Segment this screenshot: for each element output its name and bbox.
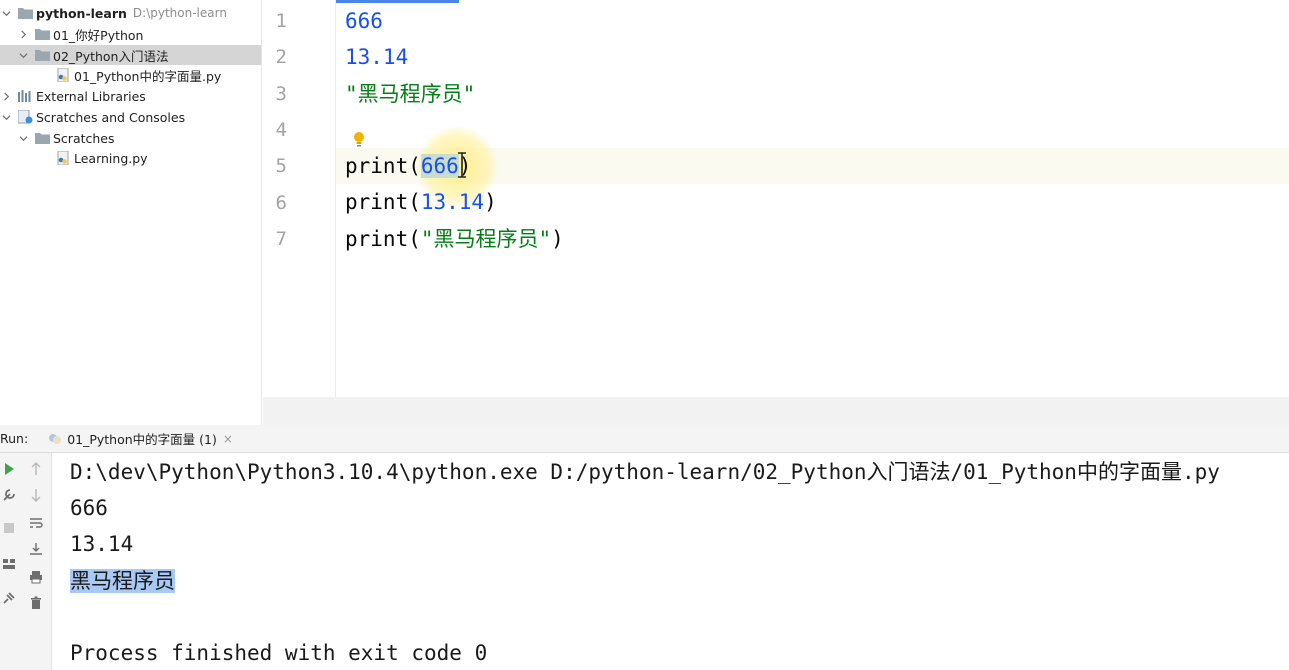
line-number: 6	[275, 192, 287, 214]
print-icon[interactable]	[27, 568, 45, 586]
console-line-exit: Process finished with exit code 0	[70, 641, 488, 665]
code-token-paren: )	[484, 190, 497, 214]
line-number: 2	[275, 46, 287, 68]
libraries-icon	[17, 89, 33, 103]
text-cursor-icon	[458, 152, 466, 178]
folder-icon	[34, 48, 50, 62]
tree-root-path: D:\python-learn	[132, 6, 227, 20]
stop-icon[interactable]	[0, 519, 18, 537]
console-line: 666	[70, 496, 108, 520]
tree-item-label: 02_Python入门语法	[53, 48, 169, 64]
tree-root-name: python-learn	[36, 5, 127, 21]
line-number: 1	[275, 10, 287, 32]
code-line-1: 666	[345, 9, 383, 33]
editor-bottom-bar	[263, 397, 1289, 425]
close-icon[interactable]: ×	[223, 432, 233, 446]
tree-root-python-learn[interactable]: python-learn D:\python-learn	[0, 3, 261, 23]
line-number: 5	[275, 155, 287, 177]
tree-item-literal-file[interactable]: 01_Python中的字面量.py	[0, 65, 261, 85]
console-selection: 黑马程序员	[70, 569, 175, 593]
code-line-5: print(666)	[345, 148, 471, 184]
code-token-number: 13.14	[420, 190, 485, 214]
tree-item-label: 01_Python中的字面量.py	[74, 68, 222, 84]
run-panel-header: Run: 01_Python中的字面量 (1) ×	[0, 425, 1289, 453]
tree-item-scratches[interactable]: Scratches	[0, 128, 261, 148]
tree-item-external-libraries[interactable]: External Libraries	[0, 86, 261, 106]
line-number: 7	[275, 228, 287, 250]
code-token-string: "黑马程序员"	[420, 227, 552, 251]
line-number-gutter: 1 2 3 4 5 6 7	[263, 0, 336, 397]
scroll-to-end-icon[interactable]	[27, 540, 45, 558]
run-tab[interactable]: 01_Python中的字面量 (1) ×	[40, 425, 241, 453]
run-console-output[interactable]: D:\dev\Python\Python3.10.4\python.exe D:…	[52, 453, 1289, 670]
folder-icon	[17, 6, 33, 20]
run-toolbar	[0, 453, 52, 670]
code-line-3: "黑马程序员"	[345, 82, 476, 106]
code-token-paren: )	[551, 227, 564, 251]
tree-item-label: Scratches	[53, 130, 115, 146]
chevron-down-icon[interactable]	[0, 111, 12, 123]
code-line-6: print(13.14)	[345, 184, 497, 220]
layout-icon[interactable]	[0, 555, 18, 573]
run-icon[interactable]	[0, 460, 18, 478]
code-line-2: 13.14	[345, 45, 409, 69]
pin-icon[interactable]	[0, 589, 18, 607]
console-line-command: D:\dev\Python\Python3.10.4\python.exe D:…	[70, 460, 1220, 484]
trash-icon[interactable]	[27, 594, 45, 612]
folder-icon	[34, 131, 50, 145]
console-line-selected: 黑马程序员	[70, 565, 175, 597]
tree-item-label: Scratches and Consoles	[36, 109, 186, 125]
down-arrow-icon[interactable]	[27, 486, 45, 504]
tree-item-label: External Libraries	[36, 88, 146, 104]
code-token-function: print(	[345, 154, 421, 178]
code-token-number: 666	[420, 154, 459, 178]
folder-icon	[34, 27, 50, 41]
tree-item-learning-file[interactable]: Learning.py	[0, 148, 261, 168]
code-token-function: print(	[345, 190, 421, 214]
up-arrow-icon[interactable]	[27, 460, 45, 478]
chevron-right-icon[interactable]	[17, 28, 29, 40]
chevron-right-icon[interactable]	[0, 90, 12, 102]
run-tab-label: 01_Python中的字面量 (1)	[67, 432, 217, 447]
soft-wrap-icon[interactable]	[27, 514, 45, 532]
tree-item-label: Learning.py	[74, 150, 148, 166]
project-tree-panel: python-learn D:\python-learn 01_你好Python…	[0, 0, 262, 425]
bulb-icon[interactable]	[352, 131, 366, 149]
code-token-function: print(	[345, 227, 421, 251]
python-icon	[49, 433, 62, 444]
run-panel-label: Run:	[0, 431, 29, 446]
code-editor[interactable]: 1 2 3 4 5 6 7 666 13.14 "黑马程序员" print(66…	[263, 0, 1289, 425]
wrench-icon[interactable]	[0, 486, 18, 504]
console-line: 13.14	[70, 532, 134, 556]
python-file-icon	[55, 151, 71, 165]
chevron-down-icon[interactable]	[17, 132, 29, 144]
scratches-icon	[17, 110, 33, 124]
python-file-icon	[55, 68, 71, 82]
tree-item-label: 01_你好Python	[53, 27, 144, 43]
line-number: 3	[275, 83, 287, 105]
chevron-down-icon[interactable]	[0, 7, 12, 19]
line-number: 4	[275, 119, 287, 141]
code-line-7: print("黑马程序员")	[345, 221, 564, 257]
tree-item-01-hello-python[interactable]: 01_你好Python	[0, 24, 261, 44]
chevron-down-icon[interactable]	[17, 49, 29, 61]
tree-item-scratches-and-consoles[interactable]: Scratches and Consoles	[0, 107, 261, 127]
tree-item-02-python-syntax[interactable]: 02_Python入门语法	[0, 45, 261, 65]
